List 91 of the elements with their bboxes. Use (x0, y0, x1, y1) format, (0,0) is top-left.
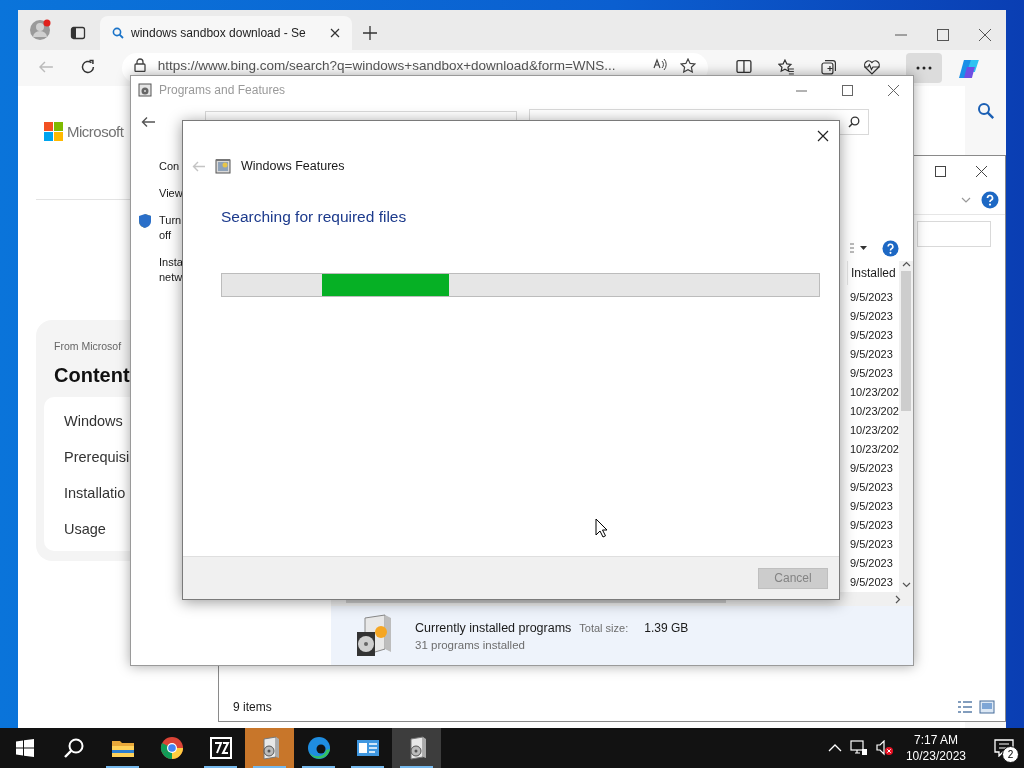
chrome-icon (159, 736, 184, 760)
contents-heading: Content (54, 364, 131, 387)
date-cell-text: 9/5/2023 (849, 328, 894, 343)
tab-actions-icon[interactable] (70, 25, 86, 41)
scroll-up-icon[interactable] (901, 261, 911, 267)
collections-icon[interactable] (820, 59, 837, 75)
lock-icon (133, 58, 146, 72)
maximize-icon[interactable] (935, 165, 946, 177)
read-aloud-icon[interactable] (651, 58, 668, 72)
features-icon (215, 158, 231, 174)
logo-text: Microsoft (67, 122, 124, 141)
task-link[interactable]: View (159, 186, 183, 201)
more-button[interactable] (906, 53, 943, 83)
programs-box-icon (355, 613, 393, 658)
date-cell-text: 9/5/2023 (849, 309, 894, 324)
date-cell-text: 9/5/2023 (849, 499, 894, 514)
details-view-icon[interactable] (957, 700, 973, 714)
help-icon[interactable] (981, 191, 999, 209)
search-icon (848, 116, 860, 129)
date-cell-text: 9/5/2023 (849, 518, 894, 533)
archiver-icon (209, 737, 232, 759)
back-arrow-icon[interactable] (141, 116, 155, 129)
control-panel-icon (355, 738, 380, 758)
copilot-icon[interactable] (958, 59, 980, 79)
date-cell-text: 9/5/2023 (849, 461, 894, 476)
view-options-icon[interactable] (850, 243, 868, 253)
scroll-right-icon[interactable] (895, 594, 901, 604)
task-link[interactable]: Insta netw (159, 255, 183, 285)
dialog-title: Windows Features (241, 159, 345, 173)
vertical-scrollbar[interactable] (899, 261, 913, 592)
date-cell-text: 10/23/202 (849, 385, 899, 400)
chevron-down-icon[interactable] (961, 197, 971, 203)
scroll-down-icon[interactable] (901, 582, 911, 588)
scroll-thumb[interactable] (901, 271, 911, 411)
start-icon (15, 739, 34, 757)
programs-icon (138, 83, 152, 98)
window-title: Programs and Features (159, 83, 287, 98)
taskbar-button[interactable] (392, 728, 441, 768)
details-title: Currently installed programs (415, 620, 572, 635)
search-icon (62, 737, 85, 759)
star-icon[interactable] (679, 58, 696, 73)
date-cell-text: 9/5/2023 (849, 537, 894, 552)
search-icon (112, 27, 124, 39)
favorites-icon[interactable] (777, 59, 795, 75)
date-cell-text: 9/5/2023 (849, 366, 894, 381)
chevron-up-icon[interactable] (827, 744, 842, 752)
maximize-icon[interactable] (842, 84, 853, 96)
url-text: https://www.bing.com/search?q=windows+sandbox+download&form=WNS... (157, 58, 617, 73)
help-icon[interactable] (882, 239, 899, 257)
refresh-icon[interactable] (79, 59, 96, 75)
folder-icon (110, 738, 135, 758)
logo-icon (44, 122, 63, 141)
time-text: 7:17 AM (913, 732, 958, 748)
status-heading: Searching for required files (221, 208, 408, 226)
browser-tab[interactable]: windows sandbox download - Se (100, 16, 352, 50)
mouse-pointer-icon (595, 518, 608, 538)
notification-icon (994, 739, 1014, 757)
network-icon[interactable] (849, 740, 868, 756)
notification-count: 2 (1002, 746, 1019, 763)
date-cell-text: 9/5/2023 (849, 347, 894, 362)
maximize-icon[interactable] (937, 29, 949, 41)
source-label: From Microsof (54, 340, 123, 352)
volume-muted-icon[interactable] (875, 740, 894, 756)
size-label: Total size: (579, 621, 629, 634)
heart-pulse-icon[interactable] (862, 59, 881, 75)
program-count: 31 programs installed (415, 638, 526, 651)
task-link[interactable]: Turn off (159, 213, 183, 243)
clock[interactable]: 7:17 AM 10/23/2023 (905, 732, 966, 764)
date-text: 10/23/2023 (905, 748, 966, 764)
search-icon[interactable] (976, 102, 995, 120)
date-cell-text: 9/5/2023 (849, 290, 894, 305)
close-icon[interactable] (976, 165, 987, 177)
close-icon[interactable] (330, 28, 340, 38)
new-tab-icon[interactable] (362, 25, 378, 41)
date-cell-text: 9/5/2023 (849, 480, 894, 495)
date-cell-text: 10/23/202 (849, 442, 899, 457)
split-screen-icon[interactable] (735, 59, 752, 74)
search-field[interactable] (917, 221, 991, 247)
date-cell-text: 10/23/202 (849, 423, 899, 438)
edge-icon (306, 736, 331, 760)
close-icon[interactable] (817, 130, 829, 142)
task-link[interactable]: Con (159, 159, 183, 174)
date-cell-text: 9/5/2023 (849, 575, 894, 590)
close-icon[interactable] (979, 29, 991, 41)
notification-button[interactable]: 2 (984, 728, 1024, 768)
profile-avatar-icon[interactable] (30, 19, 52, 41)
status-text: 9 items (233, 700, 273, 714)
size-value: 1.39 GB (644, 620, 689, 635)
date-cell-text: 10/23/202 (849, 404, 899, 419)
more-icon (916, 66, 933, 70)
date-cell-text: 9/5/2023 (849, 556, 894, 571)
